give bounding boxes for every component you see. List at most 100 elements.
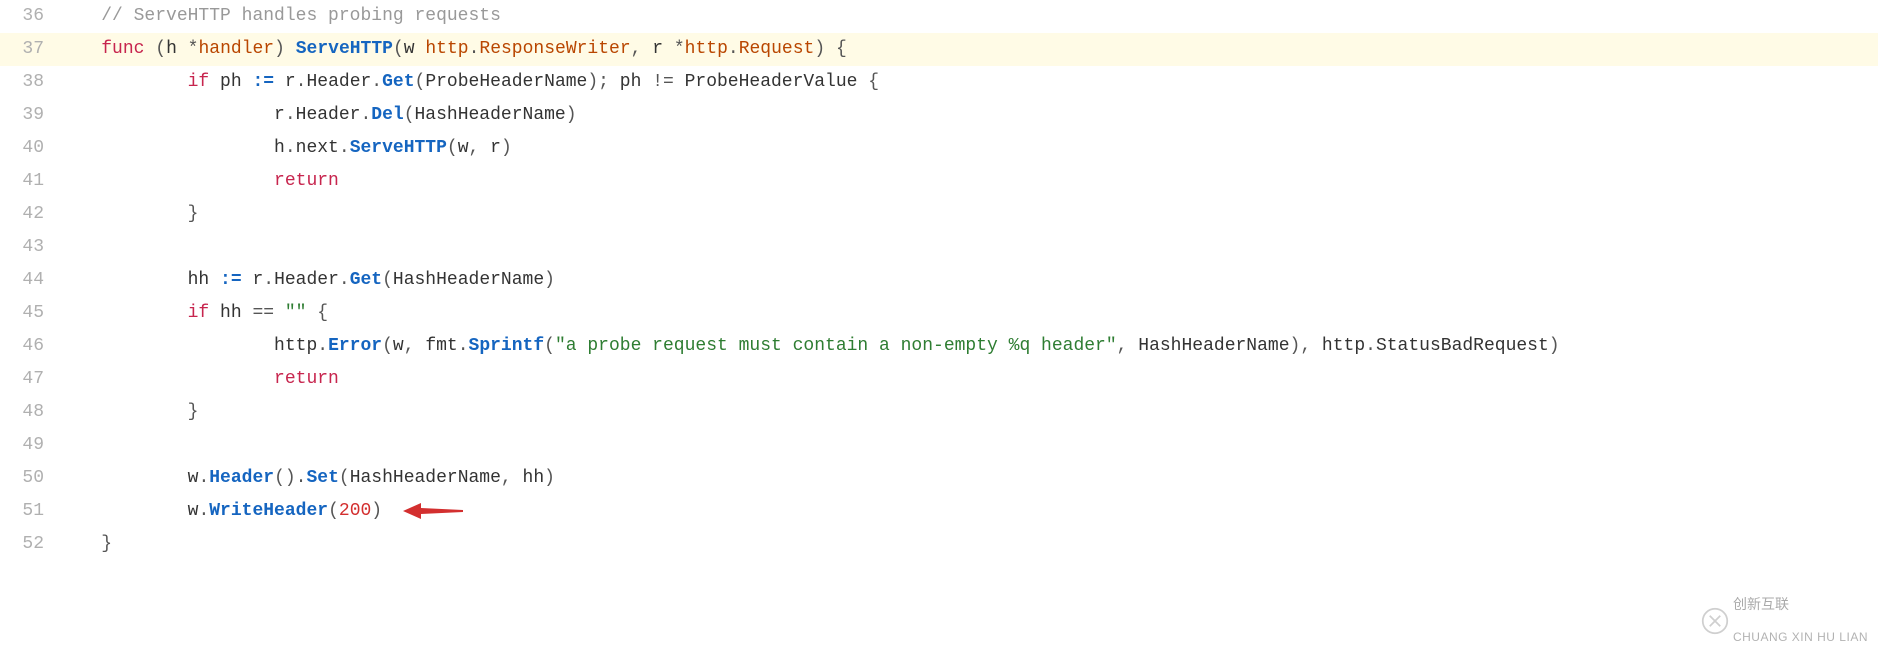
code-line[interactable]: 41 return xyxy=(0,165,1878,198)
code-line[interactable]: 43 xyxy=(0,231,1878,264)
code-editor[interactable]: 36 // ServeHTTP handles probing requests… xyxy=(0,0,1878,561)
token: . xyxy=(198,501,209,521)
code-content[interactable]: w.WriteHeader(200) xyxy=(58,495,1878,528)
token: Sprintf xyxy=(469,336,545,356)
token: Del xyxy=(371,105,403,125)
token: , xyxy=(501,468,523,488)
line-number: 37 xyxy=(0,33,58,66)
token: != xyxy=(652,72,684,92)
token: r xyxy=(490,138,501,158)
token: ) xyxy=(274,39,285,59)
token: ) xyxy=(544,270,555,290)
code-content[interactable]: http.Error(w, fmt.Sprintf("a probe reque… xyxy=(58,330,1878,363)
token: . xyxy=(339,138,350,158)
code-line[interactable]: 48 } xyxy=(0,396,1878,429)
code-line[interactable]: 44 hh := r.Header.Get(HashHeaderName) xyxy=(0,264,1878,297)
token: ServeHTTP xyxy=(350,138,447,158)
line-number: 36 xyxy=(0,0,58,33)
code-content[interactable]: func (h *handler) ServeHTTP(w http.Respo… xyxy=(58,33,1878,66)
token: , xyxy=(469,138,491,158)
code-line[interactable]: 39 r.Header.Del(HashHeaderName) xyxy=(0,99,1878,132)
code-line[interactable]: 36 // ServeHTTP handles probing requests xyxy=(0,0,1878,33)
code-content[interactable]: } xyxy=(58,528,1878,561)
token: , xyxy=(1117,336,1139,356)
token: http xyxy=(425,39,468,59)
token: { xyxy=(836,39,847,59)
token: ), xyxy=(1290,336,1322,356)
code-line[interactable]: 38 if ph := r.Header.Get(ProbeHeaderName… xyxy=(0,66,1878,99)
token: w xyxy=(58,468,198,488)
token: "a probe request must contain a non-empt… xyxy=(555,336,1117,356)
code-line[interactable]: 42 } xyxy=(0,198,1878,231)
token: Set xyxy=(306,468,338,488)
line-number: 49 xyxy=(0,429,58,462)
token: HashHeaderName xyxy=(1138,336,1289,356)
token: Header xyxy=(274,270,339,290)
code-line[interactable]: 46 http.Error(w, fmt.Sprintf("a probe re… xyxy=(0,330,1878,363)
token: ph xyxy=(209,72,252,92)
token: ) xyxy=(501,138,512,158)
code-content[interactable]: r.Header.Del(HashHeaderName) xyxy=(58,99,1878,132)
code-content[interactable]: h.next.ServeHTTP(w, r) xyxy=(58,132,1878,165)
code-line[interactable]: 49 xyxy=(0,429,1878,462)
line-number: 42 xyxy=(0,198,58,231)
token: ( xyxy=(415,72,426,92)
token: Get xyxy=(382,72,414,92)
token: hh xyxy=(523,468,545,488)
token: w xyxy=(393,336,404,356)
token xyxy=(58,171,274,191)
code-line[interactable]: 50 w.Header().Set(HashHeaderName, hh) xyxy=(0,462,1878,495)
code-line[interactable]: 51 w.WriteHeader(200) xyxy=(0,495,1878,528)
code-content[interactable]: if hh == "" { xyxy=(58,297,1878,330)
token: r xyxy=(652,39,674,59)
token xyxy=(58,6,101,26)
code-content[interactable]: } xyxy=(58,198,1878,231)
code-content[interactable]: w.Header().Set(HashHeaderName, hh) xyxy=(58,462,1878,495)
token: . xyxy=(285,138,296,158)
token: Error xyxy=(328,336,382,356)
token: h xyxy=(166,39,188,59)
token: fmt xyxy=(425,336,457,356)
code-content[interactable]: return xyxy=(58,165,1878,198)
token: ( xyxy=(155,39,166,59)
code-line[interactable]: 37 func (h *handler) ServeHTTP(w http.Re… xyxy=(0,33,1878,66)
code-line[interactable]: 52 } xyxy=(0,528,1878,561)
code-line[interactable]: 47 return xyxy=(0,363,1878,396)
code-line[interactable]: 45 if hh == "" { xyxy=(0,297,1878,330)
token: , xyxy=(631,39,653,59)
token: return xyxy=(274,171,339,191)
token: http xyxy=(685,39,728,59)
token: * xyxy=(188,39,199,59)
token xyxy=(144,39,155,59)
token: func xyxy=(101,39,144,59)
token: . xyxy=(296,72,307,92)
token: , xyxy=(404,336,426,356)
arrow-icon xyxy=(403,501,463,521)
token: Header xyxy=(296,105,361,125)
token: } xyxy=(101,534,112,554)
code-line[interactable]: 40 h.next.ServeHTTP(w, r) xyxy=(0,132,1878,165)
code-content[interactable] xyxy=(58,231,1878,264)
token: . xyxy=(469,39,480,59)
code-content[interactable]: if ph := r.Header.Get(ProbeHeaderName); … xyxy=(58,66,1878,99)
line-number: 44 xyxy=(0,264,58,297)
token: Request xyxy=(739,39,815,59)
token: handler xyxy=(198,39,274,59)
token: if xyxy=(188,303,210,323)
token: . xyxy=(317,336,328,356)
token: if xyxy=(188,72,210,92)
token: ) xyxy=(544,468,555,488)
code-content[interactable]: } xyxy=(58,396,1878,429)
code-content[interactable]: return xyxy=(58,363,1878,396)
code-content[interactable]: // ServeHTTP handles probing requests xyxy=(58,0,1878,33)
token: w xyxy=(58,501,198,521)
code-content[interactable]: hh := r.Header.Get(HashHeaderName) xyxy=(58,264,1878,297)
code-content[interactable] xyxy=(58,429,1878,462)
logo-icon xyxy=(1701,607,1729,635)
token: r xyxy=(274,72,296,92)
token xyxy=(58,534,101,554)
token: . xyxy=(360,105,371,125)
line-number: 39 xyxy=(0,99,58,132)
token: ( xyxy=(339,468,350,488)
token: "" xyxy=(285,303,307,323)
